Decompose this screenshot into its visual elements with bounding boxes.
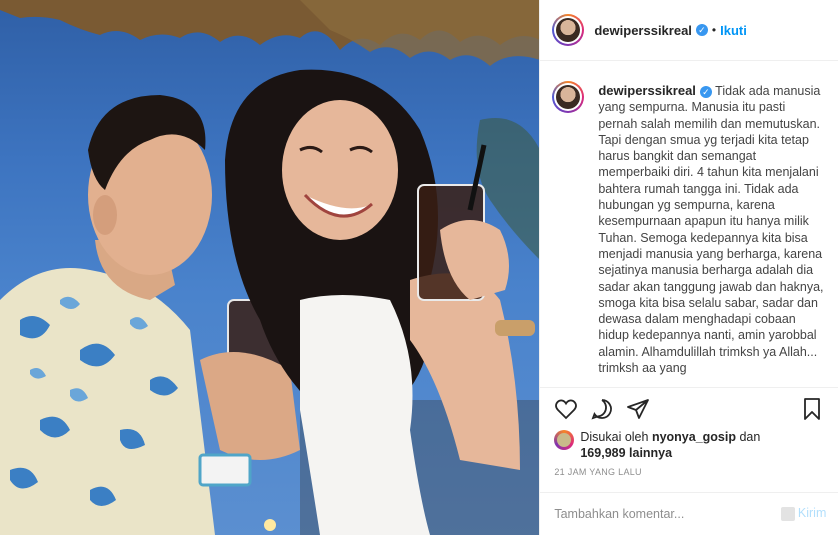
post-photo[interactable] — [0, 0, 540, 535]
comment-icon[interactable] — [590, 397, 614, 421]
couple-photo-illustration — [0, 0, 540, 535]
liker-avatar[interactable] — [554, 430, 575, 450]
post-timestamp[interactable]: 21 JAM YANG LALU — [554, 467, 642, 477]
verified-badge-icon: ✓ — [695, 24, 708, 36]
action-bar — [540, 395, 838, 427]
instagram-post: dewiperssikreal ✓ • Ikuti dewiperssikrea… — [0, 0, 838, 535]
caption-text: Tidak ada manusia yang sempurna. Manusia… — [598, 84, 824, 376]
send-icon — [780, 506, 795, 521]
likes-and: dan — [739, 430, 761, 444]
likes-user-link[interactable]: nyonya_gosip — [652, 430, 736, 444]
send-button[interactable]: Kirim — [780, 506, 827, 521]
post-header: dewiperssikreal ✓ • Ikuti — [540, 0, 838, 61]
post-sidebar: dewiperssikreal ✓ • Ikuti dewiperssikrea… — [539, 0, 838, 535]
comment-input[interactable]: Tambahkan komentar... — [554, 507, 684, 521]
caption-avatar[interactable] — [552, 81, 585, 113]
separator-dot: • — [711, 23, 717, 37]
caption: dewiperssikreal ✓ Tidak ada manusia yang … — [598, 83, 826, 376]
likes-count-link[interactable]: 169,989 lainnya — [580, 446, 672, 460]
likes-prefix: Disukai oleh — [580, 430, 649, 444]
likes-summary[interactable]: Disukai oleh nyonya_gosip dan 169,989 la… — [554, 428, 834, 464]
caption-username[interactable]: dewiperssikreal — [598, 83, 696, 98]
avatar[interactable] — [552, 14, 585, 46]
caption-section[interactable]: dewiperssikreal ✓ Tidak ada manusia yang … — [540, 61, 838, 388]
header-username[interactable]: dewiperssikreal — [594, 23, 692, 38]
comment-bar: Tambahkan komentar... Kirim — [540, 492, 838, 536]
verified-badge-icon: ✓ — [699, 85, 712, 98]
share-icon[interactable] — [626, 397, 650, 421]
heart-icon[interactable] — [554, 397, 578, 421]
follow-button[interactable]: Ikuti — [720, 23, 747, 38]
bookmark-icon[interactable] — [800, 397, 824, 421]
likes-line-1: Disukai oleh nyonya_gosip dan — [580, 430, 760, 444]
send-label: Kirim — [797, 506, 827, 520]
